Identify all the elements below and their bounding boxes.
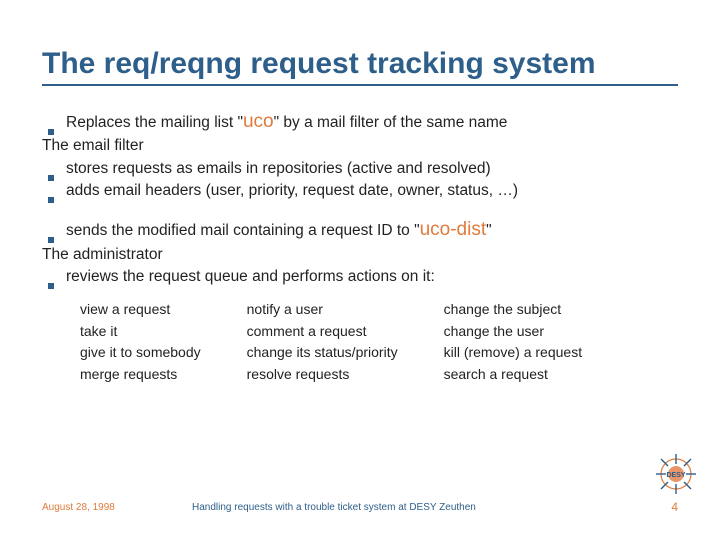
actions-col-2: notify a user comment a request change i…	[247, 299, 398, 386]
text-part: "	[486, 222, 492, 239]
bullet-stores: stores requests as emails in repositorie…	[42, 158, 678, 180]
action-item: notify a user	[247, 299, 398, 321]
action-item: resolve requests	[247, 364, 398, 386]
actions-col-1: view a request take it give it to somebo…	[80, 299, 201, 386]
bullet-text: Replaces the mailing list "uco" by a mai…	[66, 108, 507, 136]
action-item: search a request	[444, 364, 583, 386]
bullet-adds-headers: adds email headers (user, priority, requ…	[42, 180, 678, 202]
action-item: change its status/priority	[247, 342, 398, 364]
actions-col-3: change the subject change the user kill …	[444, 299, 583, 386]
bullet-reviews: reviews the request queue and performs a…	[42, 266, 678, 288]
action-item: change the subject	[444, 299, 583, 321]
bullet-icon	[48, 129, 54, 135]
text-part: sends the modified mail containing a req…	[66, 222, 420, 239]
text-part: Replaces the mailing list "	[66, 114, 243, 131]
footer-page: 4	[648, 500, 678, 514]
bullet-text: stores requests as emails in repositorie…	[66, 158, 491, 180]
bullet-text: reviews the request queue and performs a…	[66, 266, 435, 288]
bullet-icon	[48, 237, 54, 243]
action-item: view a request	[80, 299, 201, 321]
slide-footer: August 28, 1998 Handling requests with a…	[42, 500, 678, 514]
action-item: comment a request	[247, 321, 398, 343]
desy-logo-icon: DESY	[654, 452, 698, 496]
action-item: kill (remove) a request	[444, 342, 583, 364]
uco-dist-text: uco-dist	[420, 219, 487, 240]
footer-date: August 28, 1998	[42, 502, 192, 513]
action-item: change the user	[444, 321, 583, 343]
bullet-text: adds email headers (user, priority, requ…	[66, 180, 518, 202]
svg-text:DESY: DESY	[666, 472, 685, 479]
bullet-icon	[48, 175, 54, 181]
action-item: take it	[80, 321, 201, 343]
actions-table: view a request take it give it to somebo…	[80, 299, 678, 386]
line-email-filter: The email filter	[42, 135, 678, 157]
slide-body: Replaces the mailing list "uco" by a mai…	[42, 108, 678, 386]
text-part: " by a mail filter of the same name	[274, 114, 508, 131]
uco-text: uco	[243, 111, 274, 132]
bullet-text: sends the modified mail containing a req…	[66, 216, 492, 244]
bullet-sends: sends the modified mail containing a req…	[42, 216, 678, 244]
bullet-icon	[48, 283, 54, 289]
bullet-replaces: Replaces the mailing list "uco" by a mai…	[42, 108, 678, 136]
bullet-icon	[48, 197, 54, 203]
footer-title: Handling requests with a trouble ticket …	[192, 502, 648, 513]
action-item: merge requests	[80, 364, 201, 386]
slide-title: The req/reqng request tracking system	[42, 48, 678, 86]
action-item: give it to somebody	[80, 342, 201, 364]
line-administrator: The administrator	[42, 244, 678, 266]
